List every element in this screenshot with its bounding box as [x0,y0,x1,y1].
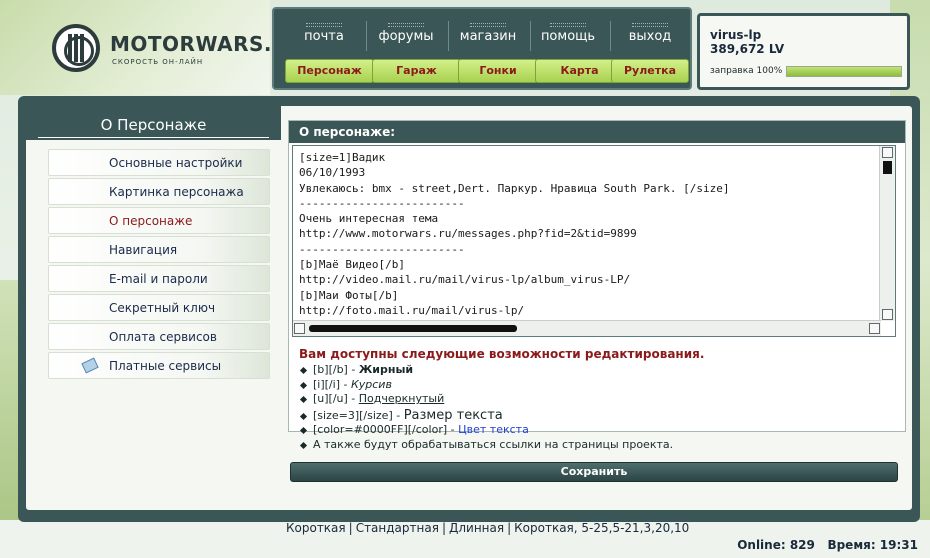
scroll-down-icon[interactable] [882,309,893,320]
fuel-label: заправка 100% [710,66,783,76]
textarea-line: http://video.mail.ru/mail/virus-lp/album… [299,273,631,287]
section-title: О Персонаже [26,106,281,140]
nav-garage-button[interactable]: Гараж [372,59,461,83]
about-panel: О персонаже: [size=1]Вадик 06/10/1993 Увле… [288,120,906,451]
footer-link-standard[interactable]: Стандартная [356,521,439,535]
textarea-line: http://foto.mail.ru/mail/virus-lp/ [299,303,525,317]
background-decoration-left [0,280,20,520]
help-bold: [b][/b] - Жирный [299,363,899,378]
fuel-progress-fill [787,67,901,76]
help-links: А также будут обрабатываться ссылки на с… [299,438,899,453]
nav-divider [366,21,367,51]
logo-icon [52,24,100,72]
sidebar-item-about-character[interactable]: О персонаже [48,207,270,234]
textarea-line: Увлекаюсь: bmx - street,Dert. Паркур. Нр… [299,181,730,195]
help-italic: [i][/i] - Курсив [299,378,899,393]
fuel-progress-bar [786,66,902,77]
footer-separator: | [441,521,446,535]
footer-link-short-custom[interactable]: Короткая, 5-25,5-21,3,20,10 [514,521,689,535]
nav-races-button[interactable]: Гонки [458,59,538,83]
settings-sidebar: Основные настройки Картинка персонажа О … [48,149,270,381]
scroll-right-icon[interactable] [869,323,880,334]
footer-links: Короткая | Стандартная | Длинная | Короткая, 5… [286,521,689,535]
help-color: [color=#0000FF][/color] - Цвет текста [299,423,899,438]
main-content: О Персонаже Основные настройки Картинка … [26,106,912,510]
sidebar-item-navigation[interactable]: Навигация [48,236,270,263]
sidebar-item-email-passwords[interactable]: E-mail и пароли [48,265,270,292]
server-time: Время: 19:31 [827,538,918,552]
nav-exit[interactable]: выход [612,9,688,57]
formatting-help: Вам доступны следующие возможности редак… [299,347,899,452]
main-frame: О Персонаже Основные настройки Картинка … [18,96,920,522]
money-icon [81,357,99,374]
scroll-thumb[interactable] [309,325,517,332]
help-title: Вам доступны следующие возможности редак… [299,347,705,361]
textarea-line: [b]Маи Фоты[/b] [299,288,399,302]
nav-help[interactable]: помощь [530,9,606,57]
online-count: Online: 829 [737,538,815,552]
textarea-line: ------------------------- [299,242,465,256]
nav-forums[interactable]: форумы [368,9,444,57]
site-logo[interactable]: MOTORWARS.RU СКОРОСТЬ ОН-ЛАЙН [52,24,304,72]
footer-link-long[interactable]: Длинная [449,521,504,535]
nav-shop[interactable]: магазин [450,9,526,57]
user-balance: 389,672 LV [710,42,785,56]
vertical-scrollbar[interactable] [879,146,895,321]
textarea-line: [b]Маё Видео[/b] [299,258,405,272]
sidebar-item-basic-settings[interactable]: Основные настройки [48,149,270,176]
sidebar-item-paid-services[interactable]: Платные сервисы [48,352,270,379]
help-underline: [u][/u] - Подчеркнутый [299,392,899,407]
about-textarea[interactable]: [size=1]Вадик 06/10/1993 Увлекаюсь: bmx - … [292,145,896,337]
sidebar-item-secret-key[interactable]: Секретный ключ [48,294,270,321]
scroll-up-icon[interactable] [882,147,893,158]
logo-subtitle: СКОРОСТЬ ОН-ЛАЙН [112,58,204,66]
nav-character-button[interactable]: Персонаж [285,59,374,83]
nav-divider [448,21,449,51]
user-info-box: virus-lp 389,672 LV заправка 100% [697,13,910,90]
nav-divider [610,21,611,51]
scroll-thumb[interactable] [883,161,892,174]
nav-roulette-button[interactable]: Рулетка [611,59,689,83]
textarea-line: ------------------------- [299,196,465,210]
footer-separator: | [348,521,353,535]
about-textarea-content[interactable]: [size=1]Вадик 06/10/1993 Увлекаюсь: bmx - … [293,146,881,321]
status-bar: Online: 829 Время: 19:31 [737,538,918,552]
textarea-line: Очень интересная тема [299,212,439,226]
scroll-left-icon[interactable] [294,323,305,334]
nav-mail[interactable]: почта [286,9,362,57]
save-button[interactable]: Сохранить [290,462,898,482]
sidebar-item-label: Платные сервисы [109,359,222,373]
horizontal-scrollbar[interactable] [293,320,881,336]
sidebar-item-character-picture[interactable]: Картинка персонажа [48,178,270,205]
panel-title: О персонаже: [289,121,905,143]
top-navigation: почта форумы магазин помощь выход Персон… [272,7,692,90]
textarea-line: [size=1]Вадик [299,151,386,164]
help-size: [size=3][/size] - Размер текста [299,408,899,424]
sidebar-item-service-payment[interactable]: Оплата сервисов [48,323,270,350]
footer-link-short[interactable]: Короткая [286,521,346,535]
footer-separator: | [507,521,512,535]
textarea-line: 06/10/1993 [299,166,366,180]
user-name[interactable]: virus-lp [710,28,761,42]
textarea-line: http://www.motorwars.ru/messages.php?fid… [299,227,637,241]
